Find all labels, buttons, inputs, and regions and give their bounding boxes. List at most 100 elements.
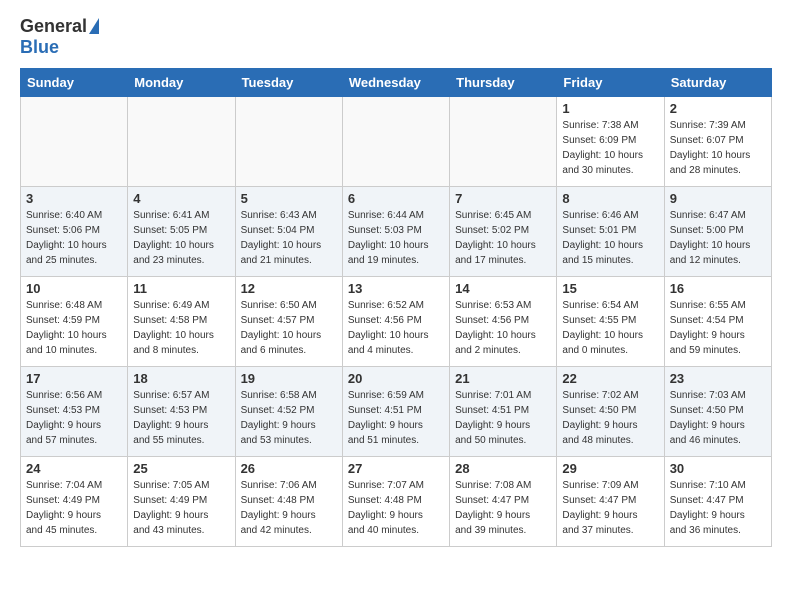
day-detail: Sunrise: 7:08 AM Sunset: 4:47 PM Dayligh… xyxy=(455,478,551,538)
day-detail: Sunrise: 6:44 AM Sunset: 5:03 PM Dayligh… xyxy=(348,208,444,268)
weekday-header-tuesday: Tuesday xyxy=(235,69,342,97)
calendar-week-1: 1Sunrise: 7:38 AM Sunset: 6:09 PM Daylig… xyxy=(21,97,772,187)
day-number: 4 xyxy=(133,191,229,206)
calendar-cell: 9 Sunrise: 6:47 AM Sunset: 5:00 PM Daylig… xyxy=(664,187,771,277)
day-detail: Sunrise: 6:49 AM Sunset: 4:58 PM Dayligh… xyxy=(133,298,229,358)
day-detail: Sunrise: 6:57 AM Sunset: 4:53 PM Dayligh… xyxy=(133,388,229,448)
day-detail: Sunrise: 6:43 AM Sunset: 5:04 PM Dayligh… xyxy=(241,208,337,268)
day-detail: Sunrise: 6:50 AM Sunset: 4:57 PM Dayligh… xyxy=(241,298,337,358)
calendar-cell: 24 Sunrise: 7:04 AM Sunset: 4:49 PM Dayli… xyxy=(21,457,128,547)
calendar-cell: 15 Sunrise: 6:54 AM Sunset: 4:55 PM Dayli… xyxy=(557,277,664,367)
calendar-cell xyxy=(450,97,557,187)
day-detail: Sunrise: 6:56 AM Sunset: 4:53 PM Dayligh… xyxy=(26,388,122,448)
weekday-header-friday: Friday xyxy=(557,69,664,97)
calendar-cell: 19Sunrise: 6:58 AM Sunset: 4:52 PM Dayli… xyxy=(235,367,342,457)
day-number: 14 xyxy=(455,281,551,296)
day-detail: Sunrise: 6:47 AM Sunset: 5:00 PM Dayligh… xyxy=(670,208,766,268)
day-number: 8 xyxy=(562,191,658,206)
calendar-cell: 2 Sunrise: 7:39 AM Sunset: 6:07 PM Daylig… xyxy=(664,97,771,187)
day-number: 15 xyxy=(562,281,658,296)
day-detail: Sunrise: 6:55 AM Sunset: 4:54 PM Dayligh… xyxy=(670,298,766,358)
calendar-cell: 12 Sunrise: 6:50 AM Sunset: 4:57 PM Dayli… xyxy=(235,277,342,367)
day-number: 21 xyxy=(455,371,551,386)
day-number: 16 xyxy=(670,281,766,296)
day-detail: Sunrise: 6:59 AM Sunset: 4:51 PM Dayligh… xyxy=(348,388,444,448)
calendar-cell: 30Sunrise: 7:10 AM Sunset: 4:47 PM Dayli… xyxy=(664,457,771,547)
calendar-cell: 22 Sunrise: 7:02 AM Sunset: 4:50 PM Dayli… xyxy=(557,367,664,457)
day-detail: Sunrise: 6:54 AM Sunset: 4:55 PM Dayligh… xyxy=(562,298,658,358)
day-detail: Sunrise: 6:53 AM Sunset: 4:56 PM Dayligh… xyxy=(455,298,551,358)
weekday-header-thursday: Thursday xyxy=(450,69,557,97)
calendar-cell: 8 Sunrise: 6:46 AM Sunset: 5:01 PM Daylig… xyxy=(557,187,664,277)
day-number: 5 xyxy=(241,191,337,206)
calendar-cell: 26Sunrise: 7:06 AM Sunset: 4:48 PM Dayli… xyxy=(235,457,342,547)
calendar-cell: 5 Sunrise: 6:43 AM Sunset: 5:04 PM Daylig… xyxy=(235,187,342,277)
day-detail: Sunrise: 6:48 AM Sunset: 4:59 PM Dayligh… xyxy=(26,298,122,358)
day-number: 18 xyxy=(133,371,229,386)
calendar-cell: 6 Sunrise: 6:44 AM Sunset: 5:03 PM Daylig… xyxy=(342,187,449,277)
calendar-container: General Blue SundayMondayTuesdayWednesda… xyxy=(0,0,792,557)
weekday-header-row: SundayMondayTuesdayWednesdayThursdayFrid… xyxy=(21,69,772,97)
day-detail: Sunrise: 6:45 AM Sunset: 5:02 PM Dayligh… xyxy=(455,208,551,268)
calendar-cell: 1Sunrise: 7:38 AM Sunset: 6:09 PM Daylig… xyxy=(557,97,664,187)
day-number: 11 xyxy=(133,281,229,296)
calendar-cell xyxy=(235,97,342,187)
logo-triangle-icon xyxy=(89,18,99,34)
day-number: 28 xyxy=(455,461,551,476)
calendar-cell xyxy=(21,97,128,187)
calendar-cell: 21 Sunrise: 7:01 AM Sunset: 4:51 PM Dayli… xyxy=(450,367,557,457)
weekday-header-sunday: Sunday xyxy=(21,69,128,97)
day-detail: Sunrise: 7:10 AM Sunset: 4:47 PM Dayligh… xyxy=(670,478,766,538)
calendar-week-4: 17 Sunrise: 6:56 AM Sunset: 4:53 PM Dayli… xyxy=(21,367,772,457)
calendar-cell xyxy=(128,97,235,187)
calendar-cell: 28 Sunrise: 7:08 AM Sunset: 4:47 PM Dayli… xyxy=(450,457,557,547)
calendar-cell: 27Sunrise: 7:07 AM Sunset: 4:48 PM Dayli… xyxy=(342,457,449,547)
day-number: 23 xyxy=(670,371,766,386)
calendar-cell: 10 Sunrise: 6:48 AM Sunset: 4:59 PM Dayli… xyxy=(21,277,128,367)
calendar-cell: 14 Sunrise: 6:53 AM Sunset: 4:56 PM Dayli… xyxy=(450,277,557,367)
logo: General Blue xyxy=(20,16,99,58)
calendar-cell: 25Sunrise: 7:05 AM Sunset: 4:49 PM Dayli… xyxy=(128,457,235,547)
day-detail: Sunrise: 7:04 AM Sunset: 4:49 PM Dayligh… xyxy=(26,478,122,538)
day-number: 7 xyxy=(455,191,551,206)
day-number: 22 xyxy=(562,371,658,386)
day-detail: Sunrise: 7:03 AM Sunset: 4:50 PM Dayligh… xyxy=(670,388,766,448)
day-number: 20 xyxy=(348,371,444,386)
weekday-header-saturday: Saturday xyxy=(664,69,771,97)
day-number: 9 xyxy=(670,191,766,206)
day-detail: Sunrise: 6:52 AM Sunset: 4:56 PM Dayligh… xyxy=(348,298,444,358)
day-detail: Sunrise: 7:39 AM Sunset: 6:07 PM Dayligh… xyxy=(670,118,766,178)
calendar-cell: 11 Sunrise: 6:49 AM Sunset: 4:58 PM Dayli… xyxy=(128,277,235,367)
day-detail: Sunrise: 7:07 AM Sunset: 4:48 PM Dayligh… xyxy=(348,478,444,538)
day-number: 3 xyxy=(26,191,122,206)
calendar-cell: 3 Sunrise: 6:40 AM Sunset: 5:06 PM Daylig… xyxy=(21,187,128,277)
calendar-cell xyxy=(342,97,449,187)
calendar-cell: 17 Sunrise: 6:56 AM Sunset: 4:53 PM Dayli… xyxy=(21,367,128,457)
day-number: 2 xyxy=(670,101,766,116)
day-number: 24 xyxy=(26,461,122,476)
calendar-cell: 23 Sunrise: 7:03 AM Sunset: 4:50 PM Dayli… xyxy=(664,367,771,457)
calendar-cell: 29Sunrise: 7:09 AM Sunset: 4:47 PM Dayli… xyxy=(557,457,664,547)
day-detail: Sunrise: 7:02 AM Sunset: 4:50 PM Dayligh… xyxy=(562,388,658,448)
calendar-week-5: 24 Sunrise: 7:04 AM Sunset: 4:49 PM Dayli… xyxy=(21,457,772,547)
day-detail: Sunrise: 7:05 AM Sunset: 4:49 PM Dayligh… xyxy=(133,478,229,538)
day-number: 6 xyxy=(348,191,444,206)
day-number: 12 xyxy=(241,281,337,296)
day-number: 19 xyxy=(241,371,337,386)
weekday-header-wednesday: Wednesday xyxy=(342,69,449,97)
day-number: 17 xyxy=(26,371,122,386)
weekday-header-monday: Monday xyxy=(128,69,235,97)
calendar-cell: 7 Sunrise: 6:45 AM Sunset: 5:02 PM Daylig… xyxy=(450,187,557,277)
day-number: 10 xyxy=(26,281,122,296)
day-detail: Sunrise: 7:38 AM Sunset: 6:09 PM Dayligh… xyxy=(562,118,658,178)
calendar-week-2: 3 Sunrise: 6:40 AM Sunset: 5:06 PM Daylig… xyxy=(21,187,772,277)
day-detail: Sunrise: 7:09 AM Sunset: 4:47 PM Dayligh… xyxy=(562,478,658,538)
day-detail: Sunrise: 6:46 AM Sunset: 5:01 PM Dayligh… xyxy=(562,208,658,268)
calendar-week-3: 10 Sunrise: 6:48 AM Sunset: 4:59 PM Dayli… xyxy=(21,277,772,367)
calendar-cell: 16 Sunrise: 6:55 AM Sunset: 4:54 PM Dayli… xyxy=(664,277,771,367)
day-detail: Sunrise: 7:01 AM Sunset: 4:51 PM Dayligh… xyxy=(455,388,551,448)
calendar-table: SundayMondayTuesdayWednesdayThursdayFrid… xyxy=(20,68,772,547)
day-detail: Sunrise: 6:40 AM Sunset: 5:06 PM Dayligh… xyxy=(26,208,122,268)
calendar-cell: 4Sunrise: 6:41 AM Sunset: 5:05 PM Daylig… xyxy=(128,187,235,277)
calendar-header: General Blue xyxy=(20,16,772,58)
